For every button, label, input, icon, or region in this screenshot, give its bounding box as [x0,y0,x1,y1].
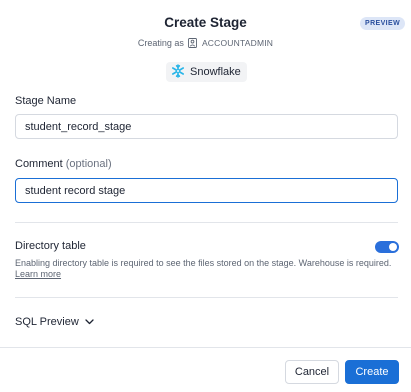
sql-preview-label: SQL Preview [15,316,79,328]
role-name: ACCOUNTADMIN [201,38,274,48]
comment-input[interactable] [15,178,398,203]
cancel-button[interactable]: Cancel [285,360,339,384]
chevron-down-icon [85,316,94,328]
snowflake-chip: Snowflake [166,62,247,82]
directory-table-title: Directory table [15,240,86,252]
sql-preview-toggle[interactable]: SQL Preview [15,316,94,328]
snowflake-label: Snowflake [190,66,241,78]
comment-label-text: Comment [15,158,63,170]
dialog-header: Create Stage PREVIEW Creating as ACCOUNT… [0,0,411,90]
stage-name-label: Stage Name [15,95,77,107]
divider [15,297,398,298]
creating-as-prefix: Creating as [137,38,184,48]
directory-table-description-text: Enabling directory table is required to … [15,258,392,268]
creating-as-line: Creating as ACCOUNTADMIN [0,38,411,48]
directory-table-toggle[interactable] [375,241,399,253]
footer-divider [0,347,411,348]
comment-label: Comment (optional) [15,158,112,170]
dialog-title: Create Stage [164,15,247,30]
directory-table-description: Enabling directory table is required to … [15,258,400,280]
divider [15,222,398,223]
comment-optional-text: (optional) [65,158,112,170]
toggle-knob [389,243,397,251]
create-button[interactable]: Create [345,360,399,384]
snowflake-icon [171,63,185,81]
stage-name-input[interactable] [15,114,398,139]
preview-badge: PREVIEW [360,17,406,30]
user-role-icon [188,38,198,48]
learn-more-link[interactable]: Learn more [15,269,61,279]
